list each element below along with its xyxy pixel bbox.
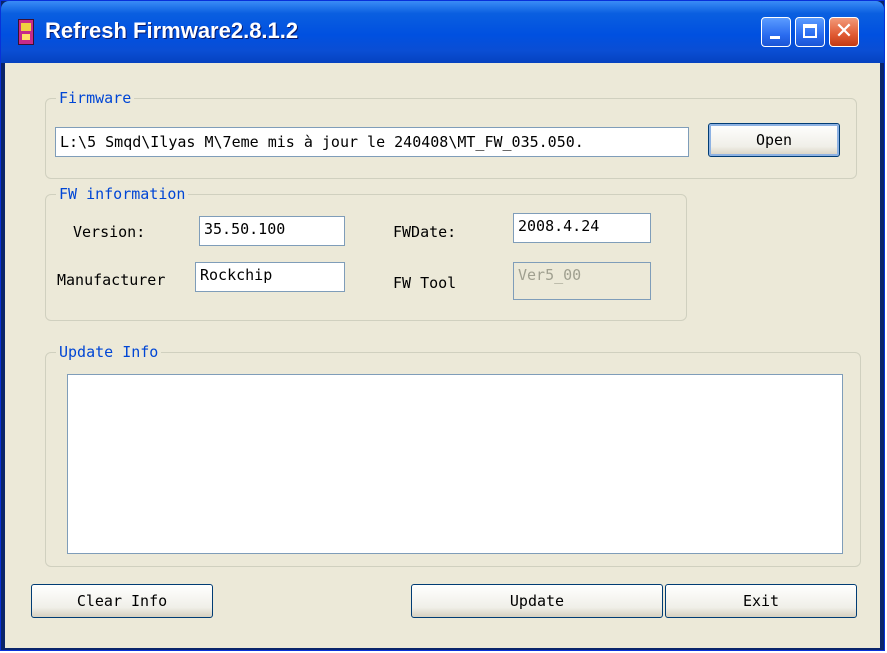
manufacturer-label: Manufacturer — [57, 271, 166, 289]
app-icon — [18, 19, 34, 45]
exit-button[interactable]: Exit — [665, 584, 857, 618]
update-info-legend: Update Info — [59, 343, 159, 361]
fw-tool-label: FW Tool — [393, 274, 457, 292]
minimize-icon — [770, 36, 780, 39]
fw-information-group: FW information — [45, 185, 687, 321]
version-field[interactable]: 35.50.100 — [199, 216, 345, 246]
version-label: Version: — [73, 223, 146, 241]
maximize-icon — [803, 24, 817, 38]
app-window: Refresh Firmware2.8.1.2 ✕ Firmware L:\5 … — [0, 0, 885, 651]
window-title: Refresh Firmware2.8.1.2 — [45, 18, 299, 43]
maximize-button[interactable] — [795, 17, 825, 47]
fw-tool-field: Ver5_00 — [513, 262, 651, 300]
close-icon: ✕ — [834, 19, 854, 44]
fw-information-legend: FW information — [59, 185, 186, 203]
manufacturer-field[interactable]: Rockchip — [195, 262, 345, 292]
update-info-textarea[interactable] — [67, 374, 843, 554]
title-bar[interactable]: Refresh Firmware2.8.1.2 ✕ — [1, 1, 884, 63]
fwdate-field[interactable]: 2008.4.24 — [513, 213, 651, 243]
close-button[interactable]: ✕ — [829, 17, 859, 47]
update-button[interactable]: Update — [411, 584, 663, 618]
clear-info-button[interactable]: Clear Info — [31, 584, 213, 618]
dialog-body: Firmware L:\5 Smqd\Ilyas M\7eme mis à jo… — [5, 63, 880, 648]
open-button[interactable]: Open — [708, 123, 840, 157]
firmware-legend: Firmware — [59, 89, 132, 107]
minimize-button[interactable] — [761, 17, 791, 47]
firmware-path-field[interactable]: L:\5 Smqd\Ilyas M\7eme mis à jour le 240… — [55, 127, 689, 157]
fwdate-label: FWDate: — [393, 223, 457, 241]
